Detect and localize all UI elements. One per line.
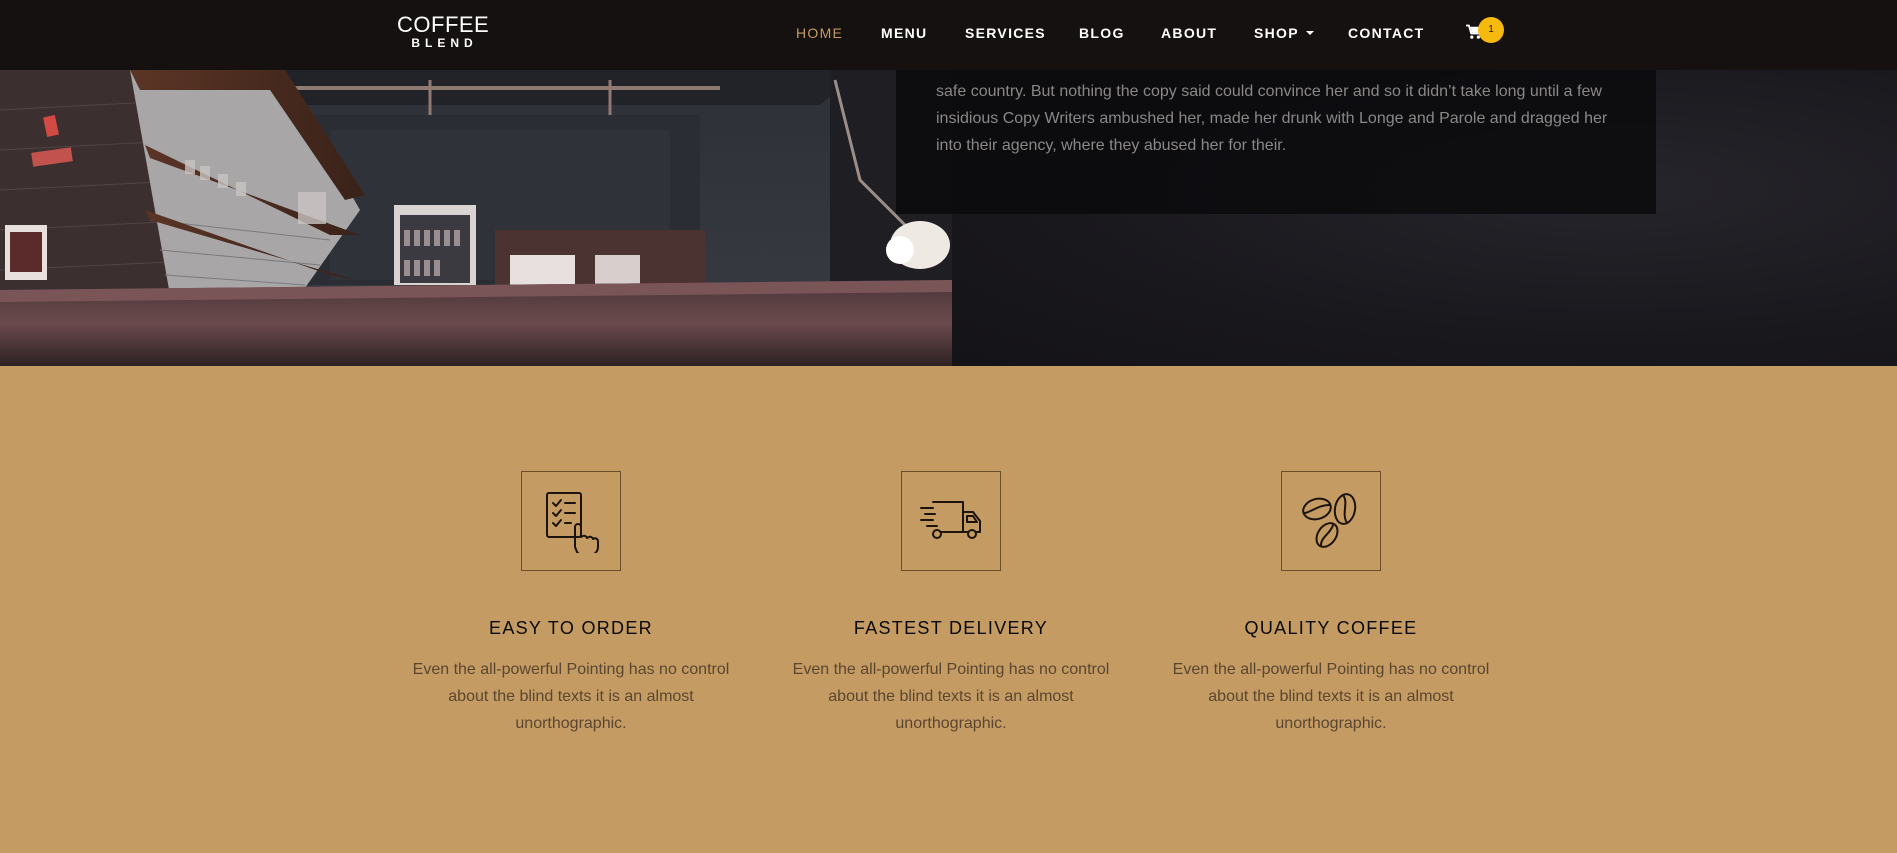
cafe-interior-image <box>0 70 952 366</box>
about-section: safe country. But nothing the copy said … <box>0 70 1897 366</box>
feature-title: EASY TO ORDER <box>489 618 653 638</box>
feature-fastest-delivery: FASTEST DELIVERY Even the all-powerful P… <box>771 471 1131 737</box>
navbar: COFFEE BLEND HOME MENU SERVICES BLOG ABO… <box>0 0 1897 70</box>
about-paragraph: safe country. But nothing the copy said … <box>936 83 1608 154</box>
nav-item-about[interactable]: ABOUT <box>1161 25 1217 41</box>
nav-item-contact[interactable]: CONTACT <box>1348 25 1425 41</box>
nav-item-services[interactable]: SERVICES <box>965 25 1046 41</box>
nav-item-shop[interactable]: SHOP <box>1254 25 1314 41</box>
feature-icon-box <box>521 471 621 571</box>
nav-item-home[interactable]: HOME <box>796 25 843 41</box>
feature-title: QUALITY COFFEE <box>1244 618 1418 638</box>
feature-description: Even the all-powerful Pointing has no co… <box>792 661 1110 732</box>
chevron-down-icon <box>1305 30 1314 35</box>
order-checklist-icon <box>546 492 599 553</box>
feature-icon-box <box>1281 471 1381 571</box>
feature-description: Even the all-powerful Pointing has no co… <box>412 661 730 732</box>
main-nav: HOME MENU SERVICES BLOG ABOUT SHOP CONTA… <box>0 0 1897 70</box>
feature-easy-to-order: EASY TO ORDER Even the all-powerful Poin… <box>391 471 751 737</box>
nav-item-blog[interactable]: BLOG <box>1079 25 1125 41</box>
feature-quality-coffee: QUALITY COFFEE Even the all-powerful Poi… <box>1151 471 1511 737</box>
nav-item-menu[interactable]: MENU <box>881 25 927 41</box>
feature-description: Even the all-powerful Pointing has no co… <box>1172 661 1490 732</box>
feature-icon-box <box>901 471 1001 571</box>
coffee-beans-icon <box>1302 493 1357 548</box>
services-section: EASY TO ORDER Even the all-powerful Poin… <box>0 366 1897 853</box>
cart-button[interactable]: 1 <box>1463 17 1504 47</box>
delivery-truck-icon <box>920 501 981 539</box>
nav-item-shop-label: SHOP <box>1254 25 1299 41</box>
feature-title: FASTEST DELIVERY <box>853 618 1049 638</box>
cart-count-badge: 1 <box>1478 17 1504 43</box>
